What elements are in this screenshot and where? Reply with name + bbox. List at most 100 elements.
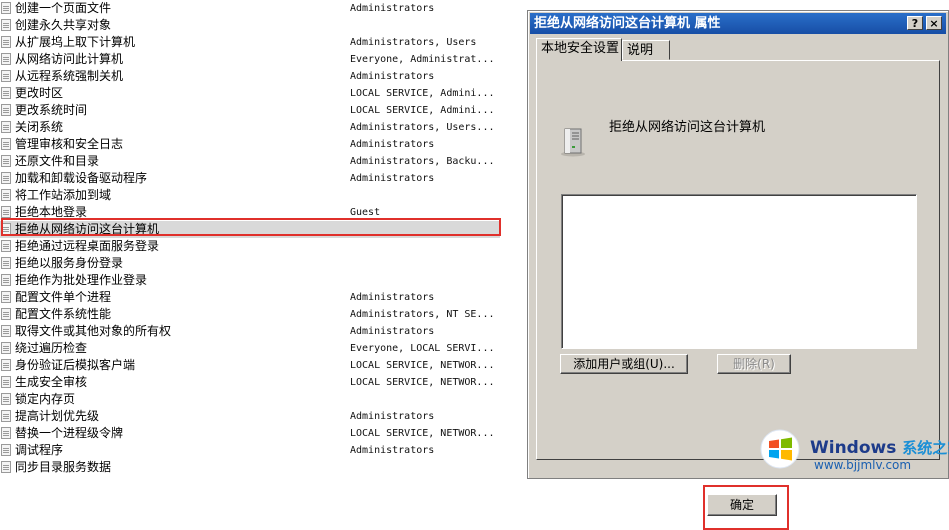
- policy-name: 加载和卸载设备驱动程序: [15, 171, 148, 185]
- windows-logo-icon: [760, 429, 800, 469]
- policy-setting: LOCAL SERVICE, Admini...: [350, 88, 495, 99]
- policy-name: 拒绝本地登录: [15, 205, 88, 219]
- policy-setting: Guest: [350, 207, 381, 218]
- policy-row[interactable]: 创建永久共享对象: [0, 17, 500, 34]
- policy-icon: [1, 257, 11, 269]
- policy-icon: [1, 53, 11, 65]
- policy-name: 提高计划优先级: [15, 409, 100, 423]
- server-icon: [561, 128, 585, 157]
- policy-row[interactable]: 生成安全审核 LOCAL SERVICE, NETWOR...: [0, 374, 500, 391]
- policy-row[interactable]: 从网络访问此计算机 Everyone, Administrat...: [0, 51, 500, 68]
- policy-row[interactable]: 同步目录服务数据: [0, 459, 500, 476]
- policy-name: 拒绝从网络访问这台计算机: [15, 222, 160, 236]
- policy-icon: [1, 444, 11, 456]
- policy-name: 更改系统时间: [15, 103, 88, 117]
- policy-row[interactable]: 从远程系统强制关机 Administrators: [0, 68, 500, 85]
- remove-button[interactable]: 删除(R): [717, 354, 791, 374]
- policy-row[interactable]: 创建一个页面文件 Administrators: [0, 0, 500, 17]
- policy-setting: Administrators: [350, 71, 435, 82]
- policy-row[interactable]: 拒绝从网络访问这台计算机: [0, 221, 500, 238]
- policy-setting: Administrators: [350, 445, 435, 456]
- user-group-listbox[interactable]: [561, 194, 917, 349]
- policy-icon: [1, 206, 11, 218]
- tab-local-security-setting[interactable]: 本地安全设置: [536, 38, 622, 61]
- policy-icon: [1, 342, 11, 354]
- policy-setting: LOCAL SERVICE, NETWOR...: [350, 428, 495, 439]
- policy-name: 配置文件系统性能: [15, 307, 112, 321]
- policy-icon: [1, 274, 11, 286]
- policy-row[interactable]: 替换一个进程级令牌 LOCAL SERVICE, NETWOR...: [0, 425, 500, 442]
- policy-icon: [1, 291, 11, 303]
- policy-icon: [1, 87, 11, 99]
- policy-name: 替换一个进程级令牌: [15, 426, 124, 440]
- policy-row[interactable]: 提高计划优先级 Administrators: [0, 408, 500, 425]
- policy-name: 管理审核和安全日志: [15, 137, 124, 151]
- policy-row[interactable]: 拒绝以服务身份登录: [0, 255, 500, 272]
- policy-name: 生成安全审核: [15, 375, 88, 389]
- policy-row[interactable]: 配置文件单个进程 Administrators: [0, 289, 500, 306]
- policy-setting: Administrators, Users: [350, 37, 477, 48]
- policy-setting: Administrators: [350, 3, 435, 14]
- policy-icon: [1, 70, 11, 82]
- policy-name: 还原文件和目录: [15, 154, 100, 168]
- tab-explain[interactable]: 说明: [622, 40, 670, 60]
- policy-row[interactable]: 拒绝通过远程桌面服务登录: [0, 238, 500, 255]
- policy-setting: Administrators, NT SE...: [350, 309, 495, 320]
- policy-row[interactable]: 取得文件或其他对象的所有权 Administrators: [0, 323, 500, 340]
- ok-button[interactable]: 确定: [707, 494, 777, 516]
- policy-name: 身份验证后模拟客户端: [15, 358, 136, 372]
- policy-icon: [1, 19, 11, 31]
- policy-icon: [1, 138, 11, 150]
- policy-icon: [1, 121, 11, 133]
- policy-setting: Administrators: [350, 139, 435, 150]
- policy-row[interactable]: 锁定内存页: [0, 391, 500, 408]
- policy-setting: Administrators: [350, 292, 435, 303]
- watermark-brand: Windows 系统之家: [810, 437, 949, 458]
- policy-row[interactable]: 还原文件和目录 Administrators, Backu...: [0, 153, 500, 170]
- tab-panel: 拒绝从网络访问这台计算机 添加用户或组(U)... 删除(R) 确定: [536, 60, 940, 530]
- policy-setting: LOCAL SERVICE, NETWOR...: [350, 377, 495, 388]
- policy-icon: [1, 2, 11, 14]
- policy-name: 绕过遍历检查: [15, 341, 88, 355]
- policy-row[interactable]: 身份验证后模拟客户端 LOCAL SERVICE, NETWOR...: [0, 357, 500, 374]
- policy-name: 更改时区: [15, 86, 64, 100]
- policy-row[interactable]: 调试程序 Administrators: [0, 442, 500, 459]
- policy-row[interactable]: 从扩展坞上取下计算机 Administrators, Users: [0, 34, 500, 51]
- policy-name: 创建一个页面文件: [15, 1, 112, 15]
- watermark-url: www.bjjmlv.com: [814, 458, 912, 472]
- watermark: Windows 系统之家 www.bjjmlv.com: [752, 419, 949, 479]
- policy-name: 将工作站添加到域: [15, 188, 112, 202]
- policy-row[interactable]: 配置文件系统性能 Administrators, NT SE...: [0, 306, 500, 323]
- policy-name: 同步目录服务数据: [15, 460, 112, 474]
- policy-row[interactable]: 关闭系统 Administrators, Users...: [0, 119, 500, 136]
- policy-row[interactable]: 绕过遍历检查 Everyone, LOCAL SERVI...: [0, 340, 500, 357]
- close-button[interactable]: ×: [926, 16, 942, 30]
- policy-icon: [1, 189, 11, 201]
- policy-setting: Administrators: [350, 173, 435, 184]
- policy-row[interactable]: 更改系统时间 LOCAL SERVICE, Admini...: [0, 102, 500, 119]
- policy-row[interactable]: 更改时区 LOCAL SERVICE, Admini...: [0, 85, 500, 102]
- policy-icon: [1, 155, 11, 167]
- policy-row[interactable]: 管理审核和安全日志 Administrators: [0, 136, 500, 153]
- policy-icon: [1, 427, 11, 439]
- policy-setting: Administrators, Users...: [350, 122, 495, 133]
- policy-row[interactable]: 加载和卸载设备驱动程序 Administrators: [0, 170, 500, 187]
- policy-name: 拒绝作为批处理作业登录: [15, 273, 148, 287]
- policy-row[interactable]: 拒绝作为批处理作业登录: [0, 272, 500, 289]
- properties-dialog: 拒绝从网络访问这台计算机 属性 ? × 本地安全设置 说明 拒绝从网络访问这台计…: [527, 10, 949, 530]
- policy-name: 从扩展坞上取下计算机: [15, 35, 136, 49]
- policy-icon: [1, 393, 11, 405]
- policy-name: 关闭系统: [15, 120, 64, 134]
- policy-name: 创建永久共享对象: [15, 18, 112, 32]
- help-button[interactable]: ?: [907, 16, 923, 30]
- policy-icon: [1, 240, 11, 252]
- policy-name: 拒绝以服务身份登录: [15, 256, 124, 270]
- policy-row[interactable]: 拒绝本地登录 Guest: [0, 204, 500, 221]
- watermark-brand-cn: 系统之家: [902, 439, 949, 457]
- policy-setting: LOCAL SERVICE, Admini...: [350, 105, 495, 116]
- policy-row[interactable]: 将工作站添加到域: [0, 187, 500, 204]
- dialog-titlebar[interactable]: 拒绝从网络访问这台计算机 属性 ? ×: [530, 13, 946, 34]
- policy-name: 从远程系统强制关机: [15, 69, 124, 83]
- policy-icon: [1, 308, 11, 320]
- add-user-or-group-button[interactable]: 添加用户或组(U)...: [560, 354, 688, 374]
